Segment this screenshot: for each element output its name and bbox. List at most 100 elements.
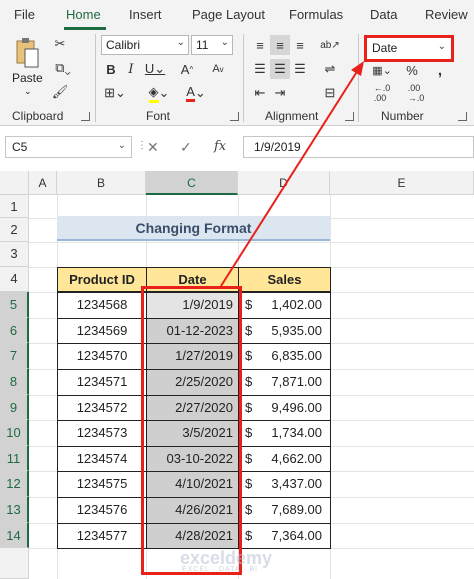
number-format-combo[interactable]: Date ⌄ bbox=[364, 35, 454, 62]
format-painter-icon[interactable]: 🖌 bbox=[50, 82, 70, 102]
row-header[interactable]: 5 bbox=[0, 292, 29, 318]
row-header[interactable]: 13 bbox=[0, 497, 29, 523]
insert-function-icon[interactable]: fx bbox=[214, 139, 226, 154]
cut-icon[interactable]: ✂ bbox=[50, 34, 70, 54]
product-id-cell[interactable]: 1234568 bbox=[57, 292, 147, 319]
font-launcher-icon[interactable] bbox=[230, 112, 239, 121]
sheet-title-cell[interactable]: Changing Format bbox=[57, 216, 330, 241]
align-top-icon[interactable]: ≡ bbox=[250, 35, 270, 55]
copy-icon[interactable]: ⧉⌄ bbox=[50, 58, 76, 78]
product-id-cell[interactable]: 1234569 bbox=[57, 318, 147, 344]
sales-amount: 1,734.00 bbox=[271, 425, 322, 440]
sales-cell[interactable]: $9,496.00 bbox=[238, 395, 331, 421]
percent-icon[interactable]: % bbox=[404, 61, 420, 79]
paste-icon[interactable] bbox=[12, 36, 42, 70]
product-id-cell[interactable]: 1234573 bbox=[57, 420, 147, 447]
sales-cell[interactable]: $4,662.00 bbox=[238, 446, 331, 472]
row-header[interactable]: 9 bbox=[0, 395, 29, 420]
sales-cell[interactable]: $3,437.00 bbox=[238, 471, 331, 498]
row-header[interactable]: 8 bbox=[0, 369, 29, 395]
row-header[interactable]: 6 bbox=[0, 318, 29, 343]
row-header[interactable]: 11 bbox=[0, 446, 29, 471]
sales-cell[interactable]: $7,364.00 bbox=[238, 523, 331, 549]
cancel-icon[interactable]: ✕ bbox=[147, 139, 159, 156]
bold-icon[interactable]: B bbox=[101, 59, 121, 79]
increase-decimal-icon[interactable]: ←.0.00 bbox=[368, 83, 396, 103]
tab-review[interactable]: Review bbox=[425, 7, 468, 22]
tab-formulas[interactable]: Formulas bbox=[289, 7, 343, 22]
product-id-cell[interactable]: 1234574 bbox=[57, 446, 147, 472]
comma-style-icon[interactable]: , bbox=[432, 61, 448, 79]
borders-icon[interactable]: ⊞⌄ bbox=[101, 83, 129, 103]
italic-icon[interactable]: I bbox=[121, 59, 141, 79]
tab-home[interactable]: Home bbox=[66, 7, 101, 22]
row-header[interactable]: 12 bbox=[0, 471, 29, 497]
tab-page-layout[interactable]: Page Layout bbox=[192, 7, 265, 22]
sales-cell[interactable]: $6,835.00 bbox=[238, 343, 331, 370]
number-launcher-icon[interactable] bbox=[458, 112, 467, 121]
paste-dropdown-icon[interactable]: ⌄ bbox=[24, 86, 32, 97]
sales-cell[interactable]: $1,402.00 bbox=[238, 292, 331, 319]
decrease-indent-icon[interactable]: ⇤ bbox=[250, 83, 270, 103]
merge-center-icon[interactable]: ⊟ bbox=[318, 83, 342, 103]
align-center-icon[interactable]: ☰ bbox=[270, 59, 290, 79]
row-header[interactable]: 2 bbox=[0, 218, 29, 242]
sales-cell[interactable]: $1,734.00 bbox=[238, 420, 331, 447]
product-id-cell[interactable]: 1234571 bbox=[57, 369, 147, 396]
font-size-combo[interactable]: 11 ⌄ bbox=[191, 35, 233, 55]
enter-icon[interactable]: ✓ bbox=[180, 139, 192, 156]
sales-cell[interactable]: $7,871.00 bbox=[238, 369, 331, 396]
row-header[interactable] bbox=[0, 548, 29, 579]
tab-insert[interactable]: Insert bbox=[129, 7, 162, 22]
product-id-cell[interactable]: 1234572 bbox=[57, 395, 147, 421]
sales-amount: 9,496.00 bbox=[271, 400, 322, 415]
accounting-format-icon[interactable]: ▦⌄ bbox=[368, 61, 396, 79]
increase-font-icon[interactable]: A ^ bbox=[173, 59, 201, 79]
align-right-icon[interactable]: ☰ bbox=[290, 59, 310, 79]
wrap-text-icon[interactable]: ⇌ bbox=[318, 59, 342, 79]
currency-symbol: $ bbox=[245, 528, 253, 543]
align-bottom-icon[interactable]: ≡ bbox=[290, 35, 310, 55]
row-header[interactable]: 4 bbox=[0, 267, 29, 292]
align-middle-icon[interactable]: ≡ bbox=[270, 35, 290, 55]
decrease-font-icon[interactable]: Av bbox=[204, 59, 232, 79]
column-header[interactable]: A bbox=[29, 171, 57, 195]
orientation-icon[interactable]: ab↗ bbox=[318, 35, 342, 55]
select-all-corner[interactable] bbox=[0, 171, 29, 195]
product-id-cell[interactable]: 1234576 bbox=[57, 497, 147, 524]
header-cell-sales[interactable]: Sales bbox=[238, 267, 331, 292]
decrease-decimal-icon[interactable]: .00 →.0 bbox=[402, 83, 430, 103]
underline-icon[interactable]: U⌄ bbox=[141, 59, 169, 79]
product-id-cell[interactable]: 1234577 bbox=[57, 523, 147, 549]
align-left-icon[interactable]: ☰ bbox=[250, 59, 270, 79]
column-header[interactable]: D bbox=[238, 171, 330, 195]
fill-color-icon[interactable]: ◈ ⌄ bbox=[145, 83, 173, 103]
name-box-value: C5 bbox=[12, 140, 28, 154]
row-header[interactable]: 1 bbox=[0, 195, 29, 218]
font-name-combo[interactable]: Calibri ⌄ bbox=[101, 35, 189, 55]
product-id-cell[interactable]: 1234575 bbox=[57, 471, 147, 498]
row-header[interactable]: 10 bbox=[0, 420, 29, 446]
column-header[interactable]: E bbox=[330, 171, 474, 195]
clipboard-launcher-icon[interactable] bbox=[81, 112, 90, 121]
sales-amount: 3,437.00 bbox=[271, 476, 322, 491]
column-header[interactable]: C bbox=[146, 171, 238, 195]
increase-indent-icon[interactable]: ⇥ bbox=[270, 83, 290, 103]
tab-data[interactable]: Data bbox=[370, 7, 397, 22]
product-id-cell[interactable]: 1234570 bbox=[57, 343, 147, 370]
sales-cell[interactable]: $7,689.00 bbox=[238, 497, 331, 524]
row-header[interactable]: 7 bbox=[0, 343, 29, 369]
row-header[interactable]: 14 bbox=[0, 523, 29, 548]
name-box[interactable]: C5 ⌄ bbox=[5, 136, 132, 158]
header-cell-product-id[interactable]: Product ID bbox=[57, 267, 147, 292]
alignment-launcher-icon[interactable] bbox=[345, 112, 354, 121]
sales-amount: 7,364.00 bbox=[271, 528, 322, 543]
row-header[interactable]: 3 bbox=[0, 242, 29, 267]
currency-symbol: $ bbox=[245, 502, 253, 517]
formula-input[interactable]: 1/9/2019 bbox=[243, 136, 474, 158]
paste-label[interactable]: Paste bbox=[12, 71, 43, 85]
tab-file[interactable]: File bbox=[14, 7, 35, 22]
column-header[interactable]: B bbox=[57, 171, 146, 195]
font-color-icon[interactable]: A ⌄ bbox=[182, 83, 210, 103]
sales-cell[interactable]: $5,935.00 bbox=[238, 318, 331, 344]
